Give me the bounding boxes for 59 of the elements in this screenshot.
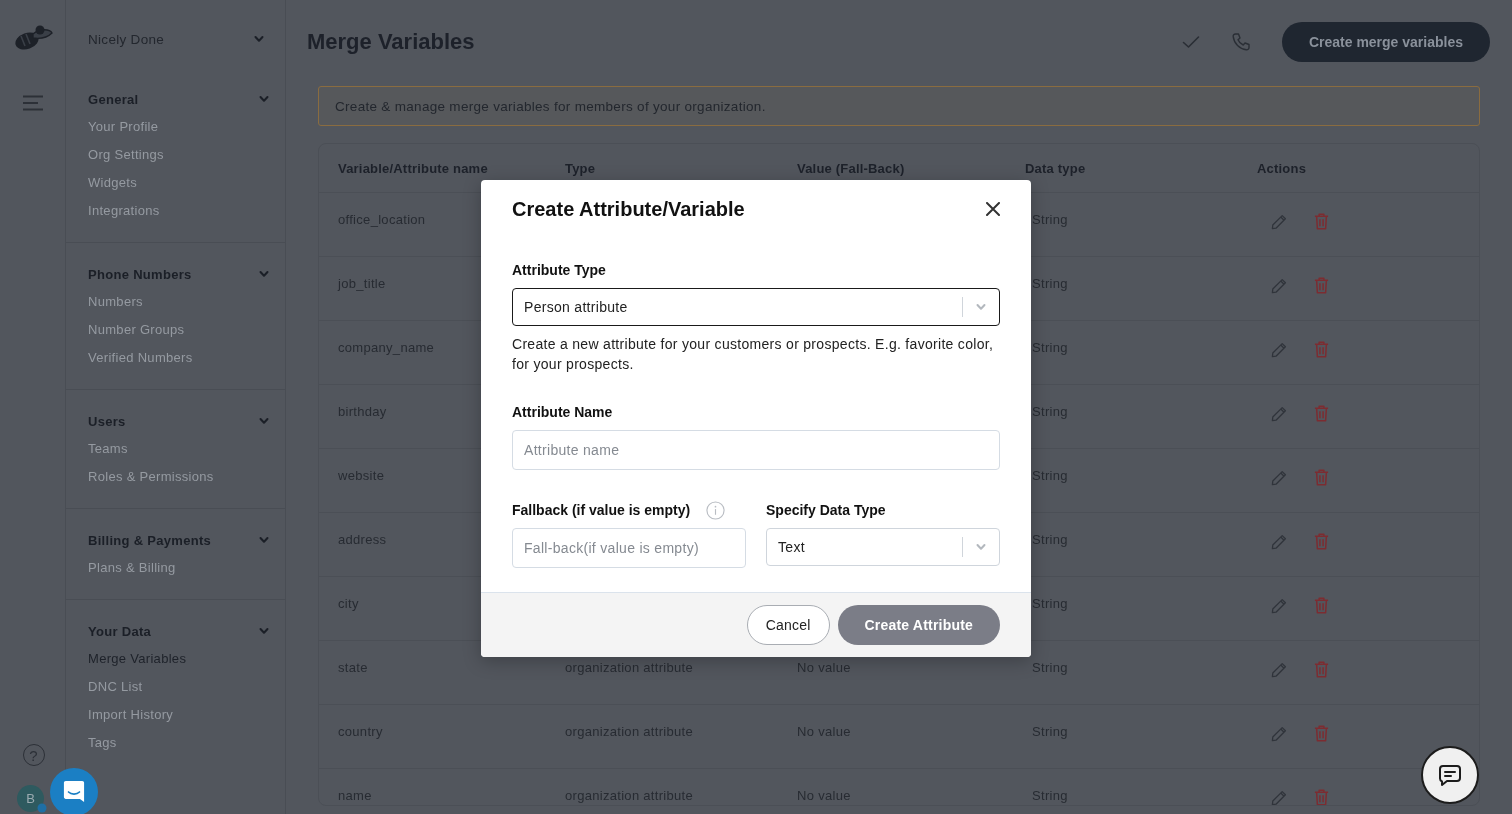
trash-icon[interactable] xyxy=(1314,533,1329,550)
pencil-icon[interactable] xyxy=(1271,789,1287,805)
close-icon[interactable] xyxy=(986,202,1000,216)
info-icon[interactable] xyxy=(706,500,726,520)
field-label: Attribute Type xyxy=(512,261,606,280)
nav-item[interactable]: Org Settings xyxy=(88,141,164,169)
field-label: Specify Data Type xyxy=(766,501,886,520)
nav-item[interactable]: Teams xyxy=(88,435,128,463)
nav-item[interactable]: Number Groups xyxy=(88,316,185,344)
section-header[interactable]: Billing & Payments xyxy=(88,526,269,554)
pencil-icon[interactable] xyxy=(1271,341,1287,358)
trash-icon[interactable] xyxy=(1314,597,1329,614)
create-merge-variables-button[interactable]: Create merge variables xyxy=(1281,22,1490,62)
pencil-icon[interactable] xyxy=(1271,725,1287,742)
trash-icon[interactable] xyxy=(1314,725,1329,742)
trash-icon[interactable] xyxy=(1314,277,1329,294)
section-header[interactable]: Users xyxy=(88,407,269,435)
dialog-title: Create Attribute/Variable xyxy=(512,197,745,221)
pencil-icon[interactable] xyxy=(1271,533,1287,550)
trash-icon[interactable] xyxy=(1314,213,1329,230)
chat-button[interactable] xyxy=(1421,746,1479,804)
pencil-icon[interactable] xyxy=(1271,213,1287,230)
user-avatar[interactable]: B xyxy=(17,785,44,812)
nav-item[interactable]: Plans & Billing xyxy=(88,554,176,582)
message-icon xyxy=(1439,764,1461,786)
trash-icon[interactable] xyxy=(1314,661,1329,678)
pencil-icon[interactable] xyxy=(1271,277,1287,294)
nav-item[interactable]: Numbers xyxy=(88,288,143,316)
chevron-icon xyxy=(976,302,986,312)
help-text: Create a new attribute for your customers or prospects. E.g. favorite color, for your prospects. xyxy=(512,335,995,374)
data-type-select[interactable]: Text xyxy=(766,528,1000,566)
nav-item[interactable]: Widgets xyxy=(88,169,138,197)
pencil-icon[interactable] xyxy=(1271,597,1287,614)
pencil-icon[interactable] xyxy=(1271,661,1287,678)
pencil-icon[interactable] xyxy=(1271,469,1287,486)
nav-item[interactable]: DNC List xyxy=(88,673,143,701)
attribute-name-input[interactable]: Attribute name xyxy=(512,430,1000,470)
chevron-icon xyxy=(254,34,264,44)
nav-item[interactable]: Integrations xyxy=(88,197,160,225)
nav-item[interactable]: Your Profile xyxy=(88,113,159,141)
attribute-type-select[interactable]: Person attribute xyxy=(512,288,1000,326)
nav-item[interactable]: Verified Numbers xyxy=(88,344,193,372)
messenger-launcher-button[interactable] xyxy=(50,768,98,814)
chevron-icon xyxy=(976,542,986,552)
nav-item[interactable]: Roles & Permissions xyxy=(88,463,214,491)
nav-item[interactable]: Tags xyxy=(88,729,117,757)
pencil-icon[interactable] xyxy=(1271,405,1287,422)
nav-item[interactable]: Import History xyxy=(88,701,174,729)
fallback-input[interactable]: Fall-back(if value is empty) xyxy=(512,528,746,568)
trash-icon[interactable] xyxy=(1314,789,1329,805)
chat-bubble-icon xyxy=(63,780,85,804)
trash-icon[interactable] xyxy=(1314,405,1329,422)
phone-icon[interactable] xyxy=(1230,32,1251,52)
field-label: Attribute Name xyxy=(512,403,613,422)
menu-icon[interactable] xyxy=(22,95,43,111)
cancel-button[interactable]: Cancel xyxy=(746,605,830,645)
field-label: Fallback (if value is empty) xyxy=(512,501,691,520)
trash-icon[interactable] xyxy=(1314,469,1329,486)
trash-icon[interactable] xyxy=(1314,341,1329,358)
